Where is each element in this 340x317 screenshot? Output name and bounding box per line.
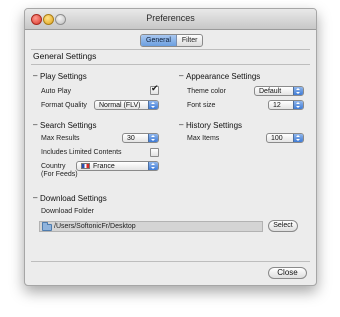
chevron-updown-icon bbox=[293, 87, 303, 95]
france-flag-icon bbox=[81, 163, 90, 169]
section-dash: – bbox=[33, 120, 38, 129]
appearance-settings-title: Appearance Settings bbox=[186, 72, 261, 81]
country-select[interactable]: France bbox=[76, 161, 159, 171]
max-items-label: Max Items bbox=[187, 135, 220, 142]
font-size-select[interactable]: 12 bbox=[268, 100, 304, 110]
max-items-value: 100 bbox=[271, 135, 283, 142]
tab-general[interactable]: General bbox=[141, 35, 177, 46]
max-items-select[interactable]: 100 bbox=[266, 133, 304, 143]
select-folder-button[interactable]: Select bbox=[268, 220, 298, 232]
play-settings-title: Play Settings bbox=[40, 72, 87, 81]
download-folder-path: /Users/SoftonicFr/Desktop bbox=[54, 223, 136, 230]
country-sublabel: (For Feeds) bbox=[41, 171, 78, 178]
country-value: France bbox=[93, 163, 115, 170]
theme-color-value: Default bbox=[259, 88, 282, 95]
limited-contents-label: Includes Limited Contents bbox=[41, 149, 122, 156]
chevron-updown-icon bbox=[148, 134, 158, 142]
limited-contents-checkbox[interactable] bbox=[150, 148, 159, 157]
max-results-value: 30 bbox=[127, 135, 135, 142]
history-settings-title: History Settings bbox=[186, 121, 243, 130]
close-button[interactable]: Close bbox=[268, 267, 307, 279]
download-folder-field: /Users/SoftonicFr/Desktop bbox=[39, 221, 263, 232]
country-label: Country bbox=[41, 163, 66, 170]
theme-color-select[interactable]: Default bbox=[254, 86, 304, 96]
section-dash: – bbox=[179, 120, 184, 129]
format-quality-select[interactable]: Normal (FLV) bbox=[94, 100, 159, 110]
max-results-label: Max Results bbox=[41, 135, 80, 142]
section-dash: – bbox=[33, 193, 38, 202]
auto-play-label: Auto Play bbox=[41, 88, 71, 95]
theme-color-label: Theme color bbox=[187, 88, 226, 95]
divider bbox=[31, 64, 310, 65]
chevron-updown-icon bbox=[293, 134, 303, 142]
title-bar[interactable]: Preferences bbox=[25, 9, 316, 30]
tab-filter[interactable]: Filter bbox=[177, 35, 203, 46]
divider bbox=[31, 261, 310, 262]
font-size-value: 12 bbox=[273, 102, 281, 109]
format-quality-value: Normal (FLV) bbox=[99, 102, 141, 109]
section-dash: – bbox=[179, 71, 184, 80]
font-size-label: Font size bbox=[187, 102, 216, 109]
section-dash: – bbox=[33, 71, 38, 80]
download-folder-label: Download Folder bbox=[41, 208, 94, 215]
chevron-updown-icon bbox=[148, 162, 158, 170]
preferences-window: Preferences General Filter General Setti… bbox=[24, 8, 317, 286]
window-title: Preferences bbox=[146, 13, 195, 23]
divider bbox=[31, 49, 310, 50]
download-settings-title: Download Settings bbox=[40, 194, 107, 203]
folder-icon bbox=[42, 222, 52, 231]
search-settings-title: Search Settings bbox=[40, 121, 97, 130]
max-results-select[interactable]: 30 bbox=[122, 133, 159, 143]
tab-bar: General Filter bbox=[140, 34, 204, 47]
chevron-updown-icon bbox=[148, 101, 158, 109]
chevron-updown-icon bbox=[293, 101, 303, 109]
general-settings-heading: General Settings bbox=[33, 51, 97, 61]
format-quality-label: Format Quality bbox=[41, 102, 87, 109]
auto-play-checkbox[interactable] bbox=[150, 84, 159, 95]
